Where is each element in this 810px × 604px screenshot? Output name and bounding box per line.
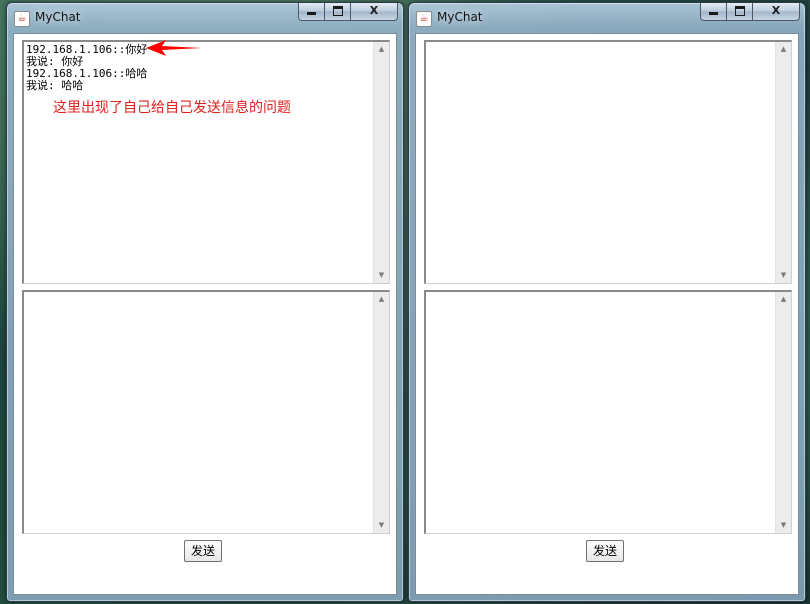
- caption-buttons: X: [700, 3, 800, 21]
- scroll-up-icon[interactable]: ▲: [374, 292, 389, 307]
- maximize-button[interactable]: [325, 3, 351, 21]
- message-input-text[interactable]: [26, 294, 373, 533]
- close-button[interactable]: X: [351, 3, 398, 21]
- scroll-down-icon[interactable]: ▼: [776, 268, 791, 283]
- java-cup-icon[interactable]: ☕: [416, 11, 432, 27]
- mychat-window-left[interactable]: ☕ MyChat X 192.168.1.106::你好 我说: 你好 192.16…: [6, 2, 404, 602]
- maximize-icon: [734, 6, 745, 16]
- scroll-down-icon[interactable]: ▼: [374, 518, 389, 533]
- minimize-button[interactable]: [700, 3, 727, 21]
- chat-line: 我说: 哈哈: [26, 79, 84, 92]
- title-bar[interactable]: ☕ MyChat X: [7, 3, 403, 31]
- vertical-scrollbar[interactable]: ▲ ▼: [775, 42, 791, 283]
- minimize-icon: [307, 12, 316, 15]
- message-input-area[interactable]: ▲ ▼: [424, 290, 792, 534]
- scroll-down-icon[interactable]: ▼: [776, 518, 791, 533]
- send-button[interactable]: 发送: [586, 540, 624, 562]
- window-client-area: ▲ ▼ ▲ ▼ 发送: [415, 33, 799, 595]
- scroll-down-icon[interactable]: ▼: [374, 268, 389, 283]
- minimize-button[interactable]: [298, 3, 325, 21]
- chat-history-text: 192.168.1.106::你好 我说: 你好 192.168.1.106::哈哈…: [26, 44, 373, 283]
- red-arrow-icon: [146, 40, 202, 56]
- java-cup-icon[interactable]: ☕: [14, 11, 30, 27]
- window-title: MyChat: [35, 10, 81, 24]
- window-title: MyChat: [437, 10, 483, 24]
- title-bar[interactable]: ☕ MyChat X: [409, 3, 805, 31]
- vertical-scrollbar[interactable]: ▲ ▼: [373, 42, 389, 283]
- send-button[interactable]: 发送: [184, 540, 222, 562]
- arrow-shape: [146, 40, 202, 56]
- chat-history-area[interactable]: 192.168.1.106::你好 我说: 你好 192.168.1.106::哈哈…: [22, 40, 390, 284]
- chat-history-area[interactable]: ▲ ▼: [424, 40, 792, 284]
- maximize-icon: [332, 6, 343, 16]
- chat-history-text: [428, 44, 775, 283]
- vertical-scrollbar[interactable]: ▲ ▼: [775, 292, 791, 533]
- minimize-icon: [709, 12, 718, 15]
- close-button[interactable]: X: [753, 3, 800, 21]
- mychat-window-right[interactable]: ☕ MyChat X ▲ ▼ ▲ ▼ 发送: [408, 2, 806, 602]
- caption-buttons: X: [298, 3, 398, 21]
- close-icon: X: [369, 4, 379, 17]
- message-input-text[interactable]: [428, 294, 775, 533]
- close-icon: X: [771, 4, 781, 17]
- window-client-area: 192.168.1.106::你好 我说: 你好 192.168.1.106::哈哈…: [13, 33, 397, 595]
- annotation-text: 这里出现了自己给自己发送信息的问题: [53, 100, 291, 116]
- scroll-up-icon[interactable]: ▲: [776, 42, 791, 57]
- scroll-up-icon[interactable]: ▲: [374, 42, 389, 57]
- vertical-scrollbar[interactable]: ▲ ▼: [373, 292, 389, 533]
- maximize-button[interactable]: [727, 3, 753, 21]
- scroll-up-icon[interactable]: ▲: [776, 292, 791, 307]
- message-input-area[interactable]: ▲ ▼: [22, 290, 390, 534]
